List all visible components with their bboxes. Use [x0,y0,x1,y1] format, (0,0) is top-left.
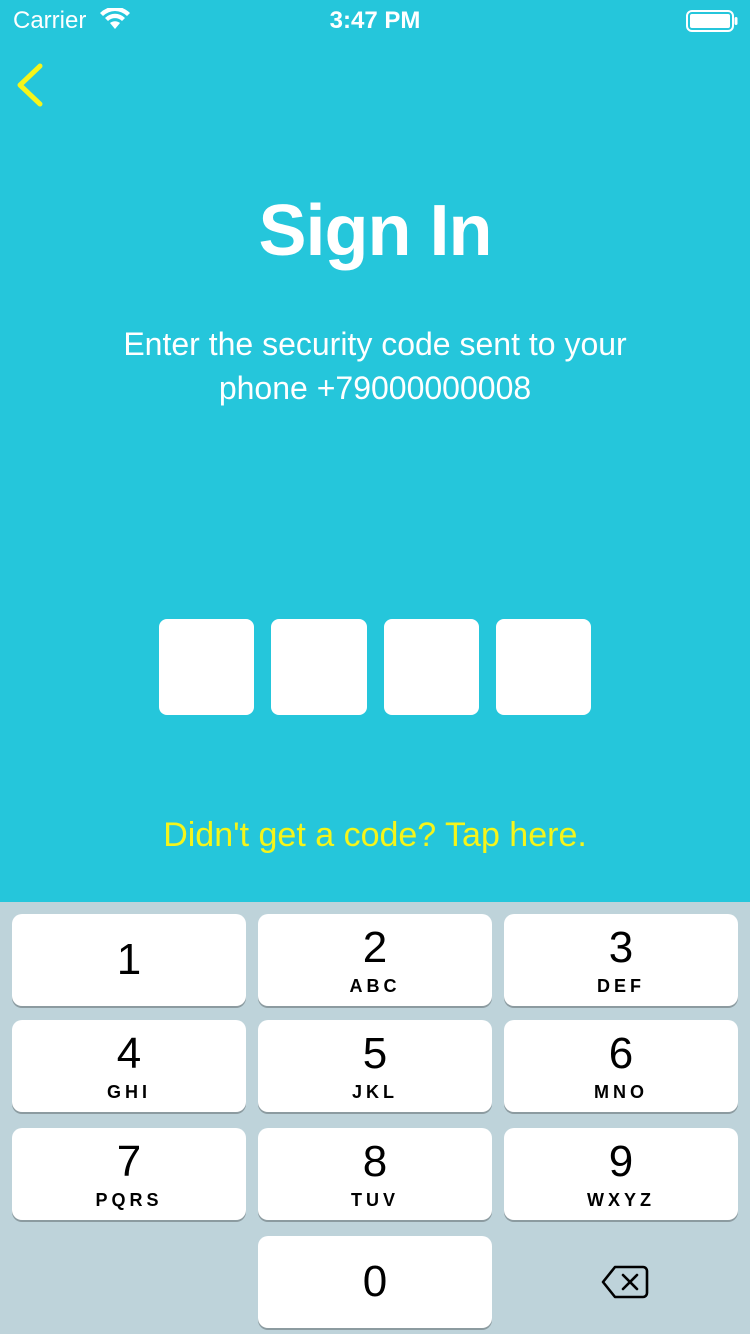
code-digit-4-input[interactable] [495,619,591,715]
key-9[interactable]: 9 WXYZ [504,1128,738,1220]
delete-button[interactable] [504,1236,738,1328]
battery-icon [686,10,738,32]
numeric-keypad: 1 2 ABC 3 DEF 4 GHI 5 JKL 6 MNO 7 PQRS 8… [0,902,750,1334]
key-4[interactable]: 4 GHI [12,1020,246,1112]
key-digit: 9 [608,1137,634,1186]
back-button[interactable] [10,58,54,112]
page-title: Sign In [258,191,493,271]
key-letters: WXYZ [587,1190,655,1210]
instructions-line-2: phone +79000000008 [218,370,532,406]
key-6[interactable]: 6 MNO [504,1020,738,1112]
key-digit: 7 [116,1137,142,1186]
key-letters: TUV [351,1190,399,1210]
key-letters: DEF [597,976,645,996]
key-digit: 2 [362,923,388,972]
code-digit-2-input[interactable] [271,619,367,715]
code-digit-3-input[interactable] [383,619,479,715]
key-digit: 0 [362,1257,388,1306]
chevron-left-icon [17,63,43,107]
key-letters: MNO [594,1082,648,1102]
key-letters: GHI [106,1082,151,1102]
key-digit: 5 [362,1029,388,1078]
code-input-group [159,619,591,715]
instructions-text: Enter the security code sent to your pho… [75,322,675,410]
backspace-icon [601,1265,649,1299]
key-letters: ABC [349,976,401,996]
code-digit-1-input[interactable] [159,619,255,715]
key-digit: 3 [608,923,634,972]
key-letters: PQRS [95,1190,163,1210]
key-2[interactable]: 2 ABC [258,914,492,1006]
key-7[interactable]: 7 PQRS [12,1128,246,1220]
key-digit: 4 [116,1029,142,1078]
status-bar: Carrier 3:47 PM [0,0,750,40]
key-8[interactable]: 8 TUV [258,1128,492,1220]
key-letters: JKL [351,1082,398,1102]
instructions-line-1: Enter the security code sent to your [123,326,627,362]
key-3[interactable]: 3 DEF [504,914,738,1006]
key-5[interactable]: 5 JKL [258,1020,492,1112]
resend-code-link[interactable]: Didn't get a code? Tap here. [0,816,750,855]
key-digit: 6 [608,1029,634,1078]
key-0[interactable]: 0 [258,1236,492,1328]
key-digit: 8 [362,1137,388,1186]
key-1[interactable]: 1 [12,914,246,1006]
status-time: 3:47 PM [329,7,421,34]
key-digit: 1 [116,935,142,984]
